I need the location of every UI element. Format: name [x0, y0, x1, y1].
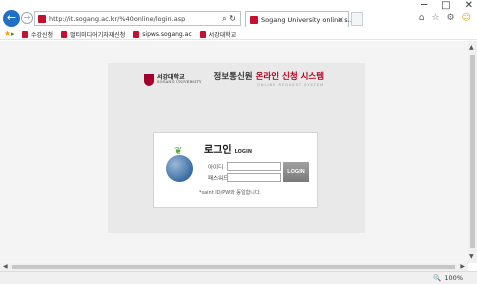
- system-name: 온라인 신청 시스템: [255, 72, 325, 82]
- favorite-label: sipws.sogang.ac: [142, 31, 192, 38]
- address-bar[interactable]: http://it.sogang.ac.kr/%40online/login.a…: [34, 11, 241, 26]
- tab-favicon: [250, 16, 258, 24]
- search-icon[interactable]: ⌕: [222, 14, 226, 23]
- gear-icon[interactable]: ⚙: [447, 13, 455, 23]
- zoom-icon: 🔍: [433, 274, 442, 282]
- id-label: 아이디: [208, 165, 224, 171]
- login-button[interactable]: LOGIN: [283, 162, 309, 182]
- zoom-level: 100%: [444, 274, 463, 282]
- login-heading-ko: 로그인: [204, 145, 232, 156]
- vertical-scroll-thumb[interactable]: [470, 55, 475, 248]
- login-panel: 서강대학교 SOGANG UNIVERSITY 정보통신원 온라인 신청 시스템…: [108, 63, 365, 233]
- scroll-right-icon[interactable]: ▶: [460, 263, 465, 270]
- vertical-scrollbar[interactable]: ▲ ▼: [468, 41, 477, 263]
- favorite-favicon: [61, 31, 68, 38]
- favorite-item[interactable]: 수강신청: [22, 30, 53, 39]
- toolbar-icons: ⌂ ☆ ⚙ ☺: [419, 13, 471, 23]
- favorite-label: 수강신청: [31, 32, 54, 39]
- login-note: *saint ID/PW와 동일합니다.: [199, 190, 262, 196]
- horizontal-scroll-thumb[interactable]: [12, 265, 455, 269]
- favorites-bar: ★ ▸ 수강신청 멀티미디어기자재신청 sipws.sogang.ac 서강대학…: [0, 28, 477, 40]
- home-icon[interactable]: ⌂: [419, 13, 425, 23]
- add-favorite-icon[interactable]: ▸: [11, 30, 15, 38]
- globe-icon: ❦: [166, 146, 193, 182]
- favorites-star-icon[interactable]: ☆: [431, 13, 439, 23]
- favorite-label: 멀티미디어기자재신청: [70, 32, 126, 39]
- favorite-favicon: [133, 31, 140, 38]
- forward-button[interactable]: →: [21, 12, 33, 24]
- login-heading: 로그인 LOGIN: [204, 141, 252, 156]
- refresh-icon[interactable]: ↻: [229, 14, 236, 23]
- url-text[interactable]: http://it.sogang.ac.kr/%40online/login.a…: [49, 15, 185, 23]
- address-tools: ⌕ ↻: [222, 14, 236, 24]
- login-box: 로그인 LOGIN ❦ 아이디 패스워드 LOGIN *saint ID/PW와…: [153, 132, 318, 208]
- horizontal-scrollbar[interactable]: ◀ ▶: [0, 263, 468, 271]
- new-tab-button[interactable]: [351, 12, 363, 26]
- university-name-en: SOGANG UNIVERSITY: [157, 80, 202, 85]
- navigation-bar: ← → http://it.sogang.ac.kr/%40online/log…: [0, 9, 477, 28]
- favorite-item[interactable]: 서강대학교: [199, 30, 237, 39]
- feedback-smile-icon[interactable]: ☺: [462, 13, 471, 23]
- tab-close-icon[interactable]: ×: [337, 15, 344, 24]
- system-subtitle: ONLINE REQUEST SYSTEM: [257, 82, 325, 87]
- site-favicon: [38, 15, 46, 23]
- university-shield-icon: [144, 74, 154, 86]
- password-input[interactable]: [227, 173, 281, 182]
- scroll-left-icon[interactable]: ◀: [3, 263, 8, 270]
- back-button[interactable]: ←: [3, 10, 20, 27]
- favorite-item[interactable]: 멀티미디어기자재신청: [61, 30, 125, 39]
- scroll-down-icon[interactable]: ▼: [469, 253, 474, 260]
- system-title: 정보통신원 온라인 신청 시스템: [214, 73, 325, 82]
- favorite-favicon: [199, 31, 206, 38]
- favorite-label: 서강대학교: [208, 32, 237, 39]
- password-label: 패스워드: [208, 176, 229, 182]
- browser-tab[interactable]: Sogang University online s... ×: [245, 11, 354, 27]
- header-logo: 서강대학교 SOGANG UNIVERSITY 정보통신원 온라인 신청 시스템…: [144, 73, 324, 87]
- favorite-favicon: [22, 31, 28, 38]
- scroll-up-icon[interactable]: ▲: [469, 44, 474, 51]
- system-prefix: 정보통신원: [213, 72, 253, 82]
- login-heading-en: LOGIN: [234, 149, 253, 155]
- id-input[interactable]: [227, 162, 281, 171]
- favorite-item[interactable]: sipws.sogang.ac: [133, 30, 192, 39]
- status-bar: 🔍 100%: [0, 271, 477, 284]
- leaf-icon: ❦: [174, 146, 183, 157]
- zoom-control[interactable]: 🔍 100%: [433, 274, 463, 282]
